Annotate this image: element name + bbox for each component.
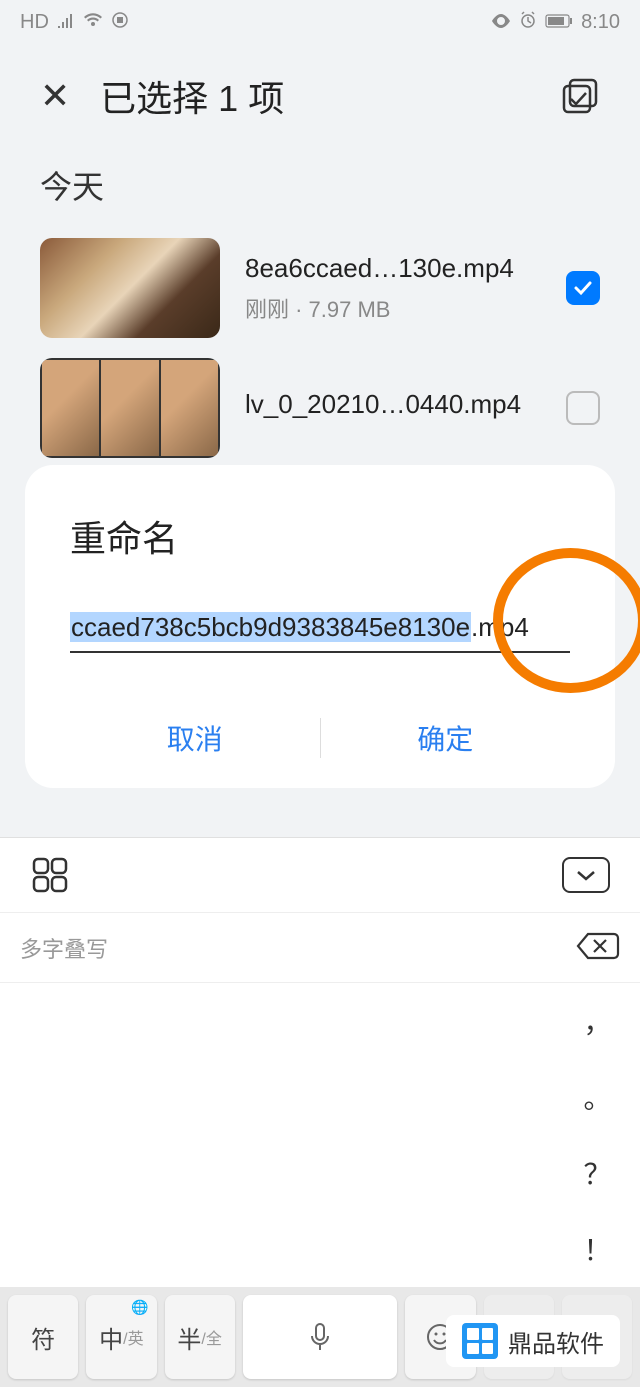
alarm-icon bbox=[519, 11, 537, 35]
file-item[interactable]: 8ea6ccaed…130e.mp4 刚刚 · 7.97 MB bbox=[40, 228, 600, 348]
page-title: 已选择 1 项 bbox=[100, 70, 284, 122]
exclaim-key[interactable]: ！ bbox=[555, 1211, 640, 1287]
comma-key[interactable]: ， bbox=[555, 983, 640, 1059]
section-today: 今天 bbox=[0, 147, 640, 228]
watermark: 鼎品软件 bbox=[446, 1315, 620, 1367]
keyboard-collapse-icon[interactable] bbox=[562, 857, 610, 893]
language-key[interactable]: 中🌐/英 bbox=[86, 1295, 156, 1379]
select-all-button[interactable] bbox=[560, 76, 600, 116]
wifi-icon bbox=[83, 11, 103, 34]
file-thumbnail bbox=[40, 358, 220, 458]
battery-icon bbox=[545, 11, 573, 34]
backspace-key[interactable] bbox=[576, 930, 620, 966]
watermark-text: 鼎品软件 bbox=[508, 1324, 604, 1359]
cancel-button[interactable]: 取消 bbox=[70, 708, 320, 768]
file-list: 8ea6ccaed…130e.mp4 刚刚 · 7.97 MB lv_0_202… bbox=[0, 228, 640, 468]
filename-ext: .mp4 bbox=[471, 612, 529, 642]
keyboard: 多字叠写 ， 。 ？ ！ 符 中🌐/英 半/全 123 换行 bbox=[0, 837, 640, 1387]
question-key[interactable]: ？ bbox=[555, 1135, 640, 1211]
dialog-title: 重命名 bbox=[70, 510, 570, 562]
file-name: lv_0_20210…0440.mp4 bbox=[245, 389, 541, 420]
rename-dialog: 重命名 ccaed738c5bcb9d9383845e8130e.mp4 取消 … bbox=[25, 465, 615, 788]
screenshot-icon bbox=[111, 11, 129, 35]
file-meta: 刚刚 · 7.97 MB bbox=[245, 292, 541, 324]
header: ✕ 已选择 1 项 bbox=[0, 45, 640, 147]
keyboard-grid-icon[interactable] bbox=[30, 855, 70, 895]
confirm-button[interactable]: 确定 bbox=[321, 708, 571, 768]
hd-icon: HD bbox=[20, 11, 49, 34]
width-key[interactable]: 半/全 bbox=[165, 1295, 235, 1379]
eye-icon bbox=[491, 11, 511, 34]
file-checkbox[interactable] bbox=[566, 271, 600, 305]
status-time: 8:10 bbox=[581, 11, 620, 34]
status-bar: HD 8:10 bbox=[0, 0, 640, 45]
file-name: 8ea6ccaed…130e.mp4 bbox=[245, 253, 541, 284]
handwriting-area[interactable]: ， 。 ？ ！ bbox=[0, 982, 640, 1287]
voice-key[interactable] bbox=[243, 1295, 398, 1379]
filename-text[interactable]: ccaed738c5bcb9d9383845e8130e bbox=[70, 612, 471, 642]
signal-icon bbox=[57, 11, 75, 34]
file-item[interactable]: lv_0_20210…0440.mp4 bbox=[40, 348, 600, 468]
rename-input-wrap[interactable]: ccaed738c5bcb9d9383845e8130e.mp4 bbox=[70, 612, 570, 653]
period-key[interactable]: 。 bbox=[555, 1059, 640, 1135]
symbol-key[interactable]: 符 bbox=[8, 1295, 78, 1379]
keyboard-hint: 多字叠写 bbox=[20, 932, 108, 964]
close-icon[interactable]: ✕ bbox=[40, 75, 70, 117]
file-thumbnail bbox=[40, 238, 220, 338]
watermark-icon bbox=[462, 1323, 498, 1359]
file-checkbox[interactable] bbox=[566, 391, 600, 425]
